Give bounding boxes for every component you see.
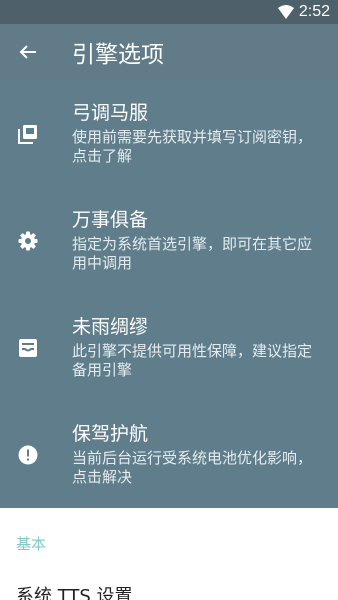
page-title: 引擎选项 (72, 42, 164, 68)
item-subtitle: 使用前需要先获取并填写订阅密钥，点击了解 (72, 127, 313, 166)
item-default-engine[interactable]: 万事俱备 指定为系统首选引擎，即可在其它应用中调用 (0, 187, 338, 294)
status-bar: 2:52 (0, 0, 338, 24)
back-button[interactable] (0, 24, 56, 80)
collections-icon (17, 123, 39, 145)
item-subscription-key[interactable]: 弓调马服 使用前需要先获取并填写订阅密钥，点击了解 (0, 80, 338, 187)
pref-system-tts-settings[interactable]: 系统 TTS 设置 (16, 582, 133, 600)
item-battery-optimization[interactable]: 保驾护航 当前后台运行受系统电池优化影响，点击解决 (0, 401, 338, 508)
item-title: 万事俱备 (72, 208, 149, 231)
gear-icon (17, 230, 39, 252)
alert-circle-icon (17, 444, 39, 466)
wifi-icon (277, 5, 294, 19)
item-title: 保驾护航 (72, 422, 149, 445)
item-title: 未雨绸缪 (72, 315, 149, 338)
engine-info-panel: 弓调马服 使用前需要先获取并填写订阅密钥，点击了解 万事俱备 指定为系统首选引擎… (0, 80, 338, 508)
item-subtitle: 指定为系统首选引擎，即可在其它应用中调用 (72, 234, 313, 273)
arrow-left-icon (19, 45, 36, 59)
app-bar: 引擎选项 (0, 24, 338, 80)
item-backup-engine[interactable]: 未雨绸缪 此引擎不提供可用性保障，建议指定备用引擎 (0, 294, 338, 401)
inbox-icon (17, 337, 39, 359)
item-subtitle: 当前后台运行受系统电池优化影响，点击解决 (72, 448, 313, 487)
clock: 2:52 (298, 3, 330, 20)
item-title: 弓调马服 (72, 101, 149, 124)
item-subtitle: 此引擎不提供可用性保障，建议指定备用引擎 (72, 341, 313, 380)
section-header-basic: 基本 (16, 535, 47, 553)
